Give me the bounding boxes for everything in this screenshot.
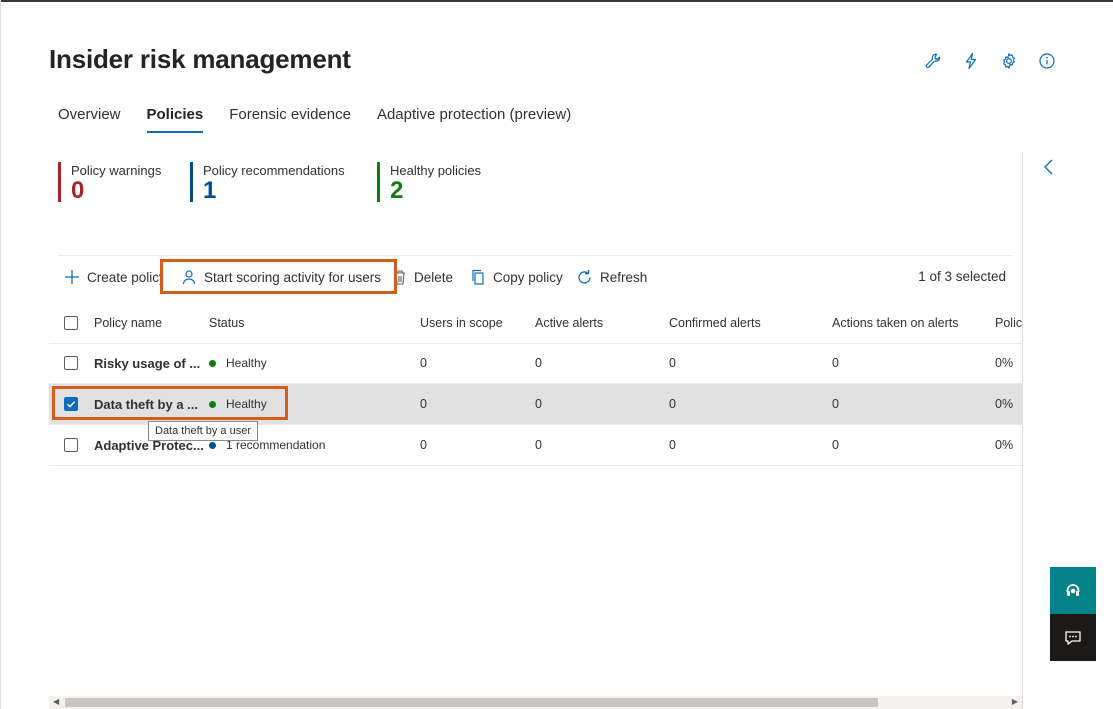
stat-value: 2: [390, 177, 404, 204]
chat-icon: [1065, 630, 1081, 645]
create-policy-label: Create policy: [87, 269, 162, 285]
column-header-policy-name[interactable]: Policy name: [94, 302, 162, 343]
table-row[interactable]: Data theft by a ... Healthy 0 0 0 0 0%: [49, 384, 1022, 425]
status-dot-icon: [209, 441, 216, 449]
row-checkbox[interactable]: [64, 343, 78, 383]
scrollbar-thumb[interactable]: [65, 698, 878, 707]
create-policy-button[interactable]: Create policy: [64, 266, 162, 288]
tab-bar: Overview Policies Forensic evidence Adap…: [58, 106, 597, 133]
active-alerts-cell: 0: [535, 438, 542, 452]
window-left-border: [0, 0, 1, 709]
confirmed-alerts-cell: 0: [669, 397, 676, 411]
policy-percent-cell: 0%: [995, 356, 1014, 370]
column-header-users-in-scope[interactable]: Users in scope: [420, 302, 503, 343]
status-text: Healthy: [226, 397, 267, 411]
scroll-left-arrow-icon[interactable]: ◀: [53, 697, 59, 706]
users-in-scope-cell: 0: [420, 356, 427, 370]
feedback-button[interactable]: [1050, 614, 1096, 661]
active-alerts-cell: 0: [535, 397, 542, 411]
stat-label: Policy recommendations: [203, 163, 345, 178]
page-title: Insider risk management: [49, 44, 351, 74]
tab-policies[interactable]: Policies: [146, 106, 203, 133]
window-top-border: [0, 0, 1113, 2]
actions-taken-cell: 0: [832, 438, 839, 452]
horizontal-scrollbar[interactable]: ◀ ▶: [49, 696, 1022, 709]
wrench-icon[interactable]: [920, 50, 946, 72]
confirmed-alerts-cell: 0: [669, 438, 676, 452]
tab-overview[interactable]: Overview: [58, 106, 121, 133]
toolbar-divider: [58, 255, 1013, 256]
checkmark-icon: [67, 401, 76, 408]
add-icon: [65, 270, 79, 284]
stat-healthy-policies: Healthy policies 2: [377, 162, 482, 204]
stat-policy-warnings: Policy warnings 0: [58, 162, 162, 204]
checkbox-box: [64, 397, 78, 411]
status-text: Healthy: [226, 356, 267, 370]
actions-taken-cell: 0: [832, 397, 839, 411]
column-header-active-alerts[interactable]: Active alerts: [535, 302, 603, 343]
selection-count: 1 of 3 selected: [918, 269, 1006, 284]
users-in-scope-cell: 0: [420, 397, 427, 411]
stat-label: Healthy policies: [390, 163, 482, 178]
users-in-scope-cell: 0: [420, 438, 427, 452]
settings-icon[interactable]: [996, 50, 1022, 72]
help-button[interactable]: [1050, 567, 1096, 614]
actions-taken-cell: 0: [832, 356, 839, 370]
refresh-label: Refresh: [600, 269, 648, 285]
copy-policy-label: Copy policy: [493, 269, 563, 285]
column-header-confirmed-alerts[interactable]: Confirmed alerts: [669, 302, 761, 343]
checkbox-box: [64, 356, 78, 370]
start-scoring-label: Start scoring activity for users: [204, 269, 382, 285]
person-icon: [182, 270, 196, 285]
row-checkbox[interactable]: [64, 384, 78, 424]
copy-icon: [472, 269, 484, 285]
stat-value: 0: [71, 177, 85, 204]
start-scoring-button[interactable]: Start scoring activity for users: [181, 266, 381, 288]
select-all-checkbox[interactable]: [64, 302, 78, 343]
header-actions: [920, 50, 1060, 72]
tab-adaptive-protection[interactable]: Adaptive protection (preview): [377, 106, 571, 133]
status-cell: Healthy: [209, 343, 267, 383]
column-header-status[interactable]: Status: [209, 302, 244, 343]
collapse-pane-button[interactable]: [1040, 157, 1058, 177]
status-dot-icon: [209, 359, 216, 367]
policy-percent-cell: 0%: [995, 438, 1014, 452]
headset-icon: [1066, 583, 1080, 596]
refresh-icon: [578, 269, 591, 284]
checkbox-box: [64, 315, 78, 330]
info-icon[interactable]: [1034, 50, 1060, 72]
table-row[interactable]: Risky usage of ... Healthy 0 0 0 0 0%: [49, 343, 1022, 384]
tab-forensic-evidence[interactable]: Forensic evidence: [229, 106, 351, 133]
stat-label: Policy warnings: [71, 163, 162, 178]
chevron-left-icon: [1044, 159, 1053, 175]
lightning-icon[interactable]: [958, 50, 984, 72]
stat-value: 1: [203, 177, 217, 204]
active-alerts-cell: 0: [535, 356, 542, 370]
trash-icon: [395, 270, 405, 285]
delete-button[interactable]: Delete: [393, 266, 453, 288]
checkbox-box: [64, 438, 78, 452]
scroll-right-arrow-icon[interactable]: ▶: [1012, 697, 1018, 706]
column-header-policy[interactable]: Policy: [995, 302, 1022, 343]
status-cell: Healthy: [209, 384, 267, 424]
policy-name-tooltip: Data theft by a user: [148, 421, 258, 441]
policy-percent-cell: 0%: [995, 397, 1014, 411]
details-pane-divider: [1022, 152, 1023, 709]
delete-label: Delete: [414, 269, 454, 285]
row-checkbox[interactable]: [64, 425, 78, 465]
column-header-actions-taken[interactable]: Actions taken on alerts: [832, 302, 958, 343]
confirmed-alerts-cell: 0: [669, 356, 676, 370]
copy-policy-button[interactable]: Copy policy: [470, 266, 563, 288]
stat-policy-recommendations: Policy recommendations 1: [190, 162, 345, 204]
policy-name-cell[interactable]: Data theft by a ...: [94, 384, 198, 424]
table-header-row: Policy name Status Users in scope Active…: [49, 302, 1022, 344]
policy-name-cell[interactable]: Risky usage of ...: [94, 343, 200, 383]
status-dot-icon: [209, 400, 216, 408]
command-bar: Create policy Start scoring activity for…: [64, 266, 1014, 288]
refresh-button[interactable]: Refresh: [576, 266, 647, 288]
